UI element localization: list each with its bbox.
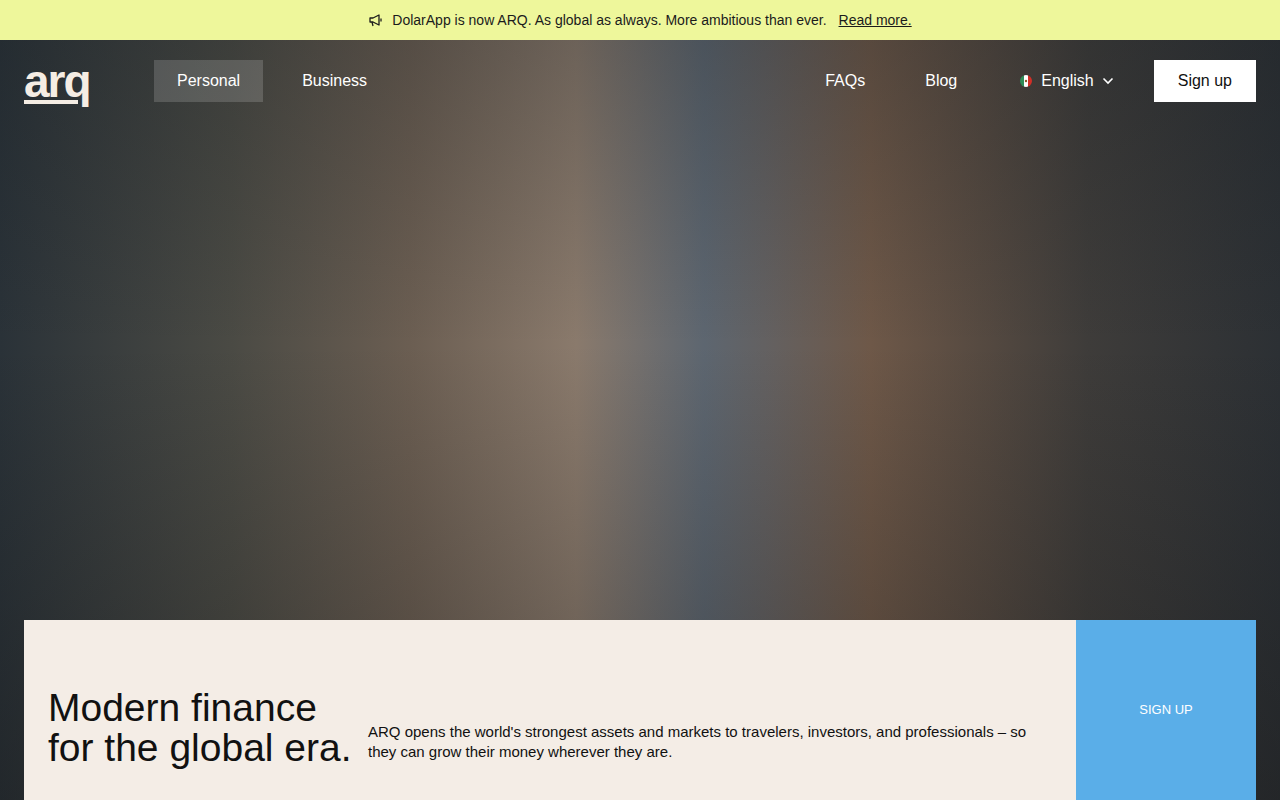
hero-title: Modern finance for the global era. [48, 688, 368, 768]
language-selector[interactable]: English [1019, 69, 1113, 93]
announcement-text: DolarApp is now ARQ. As global as always… [392, 10, 826, 31]
arq-logo[interactable]: arq [24, 62, 130, 100]
megaphone-icon [368, 13, 384, 27]
mexico-flag-icon [1019, 74, 1033, 88]
nav-left: arq Personal Business [24, 60, 390, 102]
main-navbar: arq Personal Business FAQs Blog English Sign u… [24, 40, 1256, 120]
nav-tabs-group: Personal Business [154, 60, 390, 102]
nav-link-item[interactable]: FAQs [825, 69, 865, 93]
nav-links: FAQs Blog [825, 69, 957, 93]
hero-card-body: Modern finance for the global era.ARQ op… [24, 620, 1076, 800]
hero-description: ARQ opens the world's strongest assets a… [368, 688, 1056, 761]
nav-link-item[interactable]: Blog [925, 69, 957, 93]
nav-tab[interactable]: Personal [154, 60, 263, 102]
hero-card: Modern finance for the global era.ARQ op… [24, 620, 1256, 800]
hero-signup-button[interactable]: SIGN UP [1076, 620, 1256, 800]
hero-section: arq Personal Business FAQs Blog English Sign u… [0, 40, 1280, 800]
announcement-bar: DolarApp is now ARQ. As global as always… [0, 0, 1280, 40]
nav-tab[interactable]: Business [279, 60, 390, 102]
chevron-down-icon [1102, 77, 1114, 85]
nav-right: FAQs Blog English Sign up [825, 60, 1256, 102]
signup-button[interactable]: Sign up [1154, 60, 1256, 102]
language-label: English [1041, 69, 1093, 93]
read-more-link[interactable]: Read more. [839, 10, 912, 31]
